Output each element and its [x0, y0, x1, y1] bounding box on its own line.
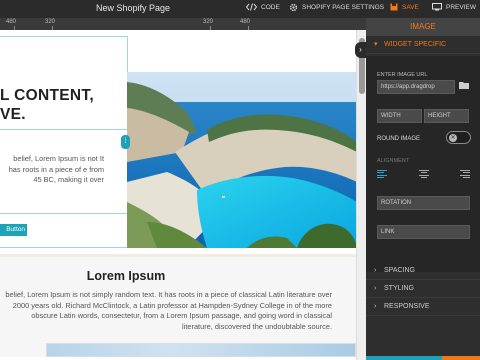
ruler-mark: 320 — [203, 19, 214, 25]
code-icon — [246, 3, 257, 11]
breakpoint-ruler: 480 320 320 480 — [0, 18, 366, 30]
monitor-icon — [432, 3, 442, 11]
page-title: New Shopify Page — [96, 3, 171, 13]
bottom-bar-segment — [442, 356, 480, 360]
align-right-icon[interactable] — [460, 169, 470, 179]
chevron-right-icon: › — [374, 285, 377, 292]
folder-icon[interactable] — [459, 81, 469, 89]
chevron-right-icon: › — [374, 303, 377, 310]
column-divider — [0, 129, 127, 130]
lorem-section[interactable]: Lorem Ipsum belief, Lorem Ipsum is not s… — [0, 257, 356, 357]
height-field[interactable]: HEIGHT — [424, 109, 469, 123]
image-url-label: ENTER IMAGE URL — [377, 72, 428, 78]
styling-accordion[interactable]: › STYLING — [366, 280, 480, 298]
settings-label: SHOPIFY PAGE SETTINGS — [302, 4, 385, 11]
panel-bottom-bar — [366, 356, 480, 360]
column-resize-handle[interactable]: ⁞ — [121, 135, 130, 149]
accordion-label: WIDGET SPECIFIC — [384, 41, 447, 48]
align-center-icon[interactable] — [418, 169, 429, 179]
cove-photo — [127, 72, 357, 248]
section-heading[interactable]: Lorem Ipsum — [0, 269, 252, 283]
image-url-input[interactable]: https://app.dragdrop — [377, 80, 455, 94]
chevron-right-icon: › — [359, 45, 362, 54]
accordion-label: SPACING — [384, 267, 415, 274]
hero-image[interactable] — [127, 72, 357, 248]
hero-headline[interactable]: L CONTENT, VE. — [0, 86, 94, 124]
save-button[interactable]: SAVE — [390, 3, 419, 11]
accordion-label: RESPONSIVE — [384, 303, 430, 310]
width-field[interactable]: WIDTH — [377, 109, 422, 123]
shopify-page-settings-button[interactable]: SHOPIFY PAGE SETTINGS — [289, 3, 384, 12]
alignment-buttons — [377, 168, 470, 180]
ruler-mark: 320 — [45, 19, 56, 25]
panel-title: IMAGE — [366, 18, 480, 36]
headline-line: VE. — [0, 106, 26, 123]
spacing-accordion[interactable]: › SPACING — [366, 262, 480, 280]
preview-button[interactable]: PREVIEW — [432, 3, 476, 11]
toggle-knob: ✕ — [449, 134, 457, 142]
bottom-bar-segment — [366, 356, 404, 360]
save-icon — [390, 3, 398, 11]
link-field[interactable]: LINK — [377, 225, 470, 239]
page-canvas[interactable]: L CONTENT, VE. belief, Lorem Ipsum is no… — [0, 30, 366, 360]
rotation-field[interactable]: ROTATION — [377, 196, 470, 210]
save-label: SAVE — [402, 3, 419, 11]
collapsed-accordions: › SPACING › STYLING › RESPONSIVE — [366, 262, 480, 316]
ruler-mark: 480 — [6, 19, 17, 25]
round-image-toggle[interactable]: ✕ — [446, 131, 471, 144]
hero-paragraph[interactable]: belief, Lorem Ipsum is not It has roots … — [0, 154, 104, 186]
properties-panel: IMAGE ▾ WIDGET SPECIFIC ENTER IMAGE URL h… — [366, 18, 480, 360]
top-toolbar: New Shopify Page CODE SHOPIFY PAGE SETTI… — [0, 0, 480, 18]
section-paragraph[interactable]: belief, Lorem Ipsum is not simply random… — [0, 290, 332, 332]
bottom-bar-segment — [404, 356, 442, 360]
accordion-label: STYLING — [384, 285, 414, 292]
collapse-panel-button[interactable]: › — [355, 42, 366, 58]
section-image[interactable] — [46, 343, 356, 357]
canvas-scrollbar[interactable] — [356, 30, 366, 360]
chevron-right-icon: › — [374, 267, 377, 274]
ruler-mark: 480 — [240, 19, 251, 25]
align-left-icon[interactable] — [377, 169, 387, 179]
code-button[interactable]: CODE — [246, 3, 280, 11]
column-divider — [0, 213, 127, 214]
widget-specific-body: ENTER IMAGE URL https://app.dragdrop WID… — [366, 56, 480, 272]
hero-button[interactable]: Button — [0, 224, 27, 236]
chevron-down-icon: ▾ — [374, 41, 378, 48]
gear-icon — [289, 3, 298, 12]
code-label: CODE — [261, 3, 280, 11]
round-image-label: ROUND IMAGE — [377, 136, 421, 142]
preview-label: PREVIEW — [446, 3, 476, 11]
responsive-accordion[interactable]: › RESPONSIVE — [366, 298, 480, 316]
headline-line: L CONTENT, — [0, 87, 94, 104]
widget-specific-accordion[interactable]: ▾ WIDGET SPECIFIC — [366, 36, 480, 54]
hero-section[interactable]: L CONTENT, VE. belief, Lorem Ipsum is no… — [0, 30, 357, 254]
alignment-label: ALIGNMENT — [377, 158, 410, 164]
hero-text-column[interactable] — [0, 36, 128, 248]
